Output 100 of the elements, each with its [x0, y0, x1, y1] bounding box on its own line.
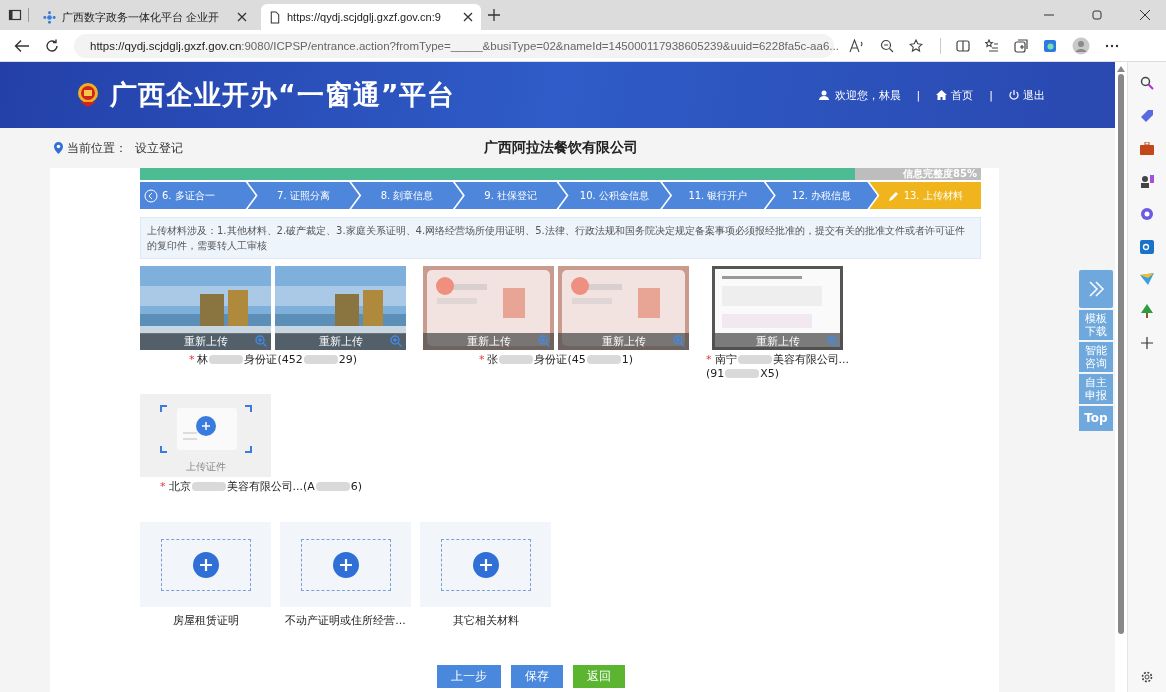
refresh-icon[interactable] — [45, 38, 59, 53]
reupload-button[interactable]: 重新上传 — [140, 333, 271, 350]
globe-icon — [43, 10, 56, 24]
paper-plane-icon[interactable] — [1140, 273, 1154, 285]
reupload-button[interactable]: 重新上传 — [275, 333, 406, 350]
browser-tab[interactable]: https://qydj.scjdglj.gxzf.gov.cn:9 — [261, 4, 481, 30]
tag-icon[interactable] — [1140, 109, 1154, 123]
reupload-button[interactable]: 重新上传 — [712, 333, 843, 350]
emblem-icon — [76, 82, 100, 108]
required-mark: * — [160, 480, 166, 493]
outlook-icon[interactable] — [1140, 240, 1154, 254]
back-circle-icon — [144, 188, 158, 203]
logout-link[interactable]: 退出 — [1009, 87, 1045, 103]
welcome-text: 欢迎您，林晨 — [834, 87, 901, 103]
tab-title: https://qydj.scjdglj.gxzf.gov.cn:9 — [287, 11, 442, 23]
close-icon[interactable] — [463, 12, 473, 22]
settings-icon[interactable] — [1140, 670, 1154, 684]
split-screen-icon[interactable] — [956, 38, 970, 53]
side-menu-button[interactable]: Top — [1079, 406, 1113, 431]
add-icon — [192, 551, 219, 578]
step-tab[interactable]: 13. 上传材料 — [869, 182, 981, 209]
chess-icon[interactable] — [1140, 174, 1154, 188]
location-pin-icon — [54, 142, 63, 154]
caption-text: 南宁 — [714, 352, 737, 367]
caption-text: 张 — [487, 352, 499, 367]
close-icon[interactable] — [1139, 9, 1151, 21]
read-aloud-icon[interactable] — [849, 38, 865, 53]
collections-icon[interactable] — [1014, 38, 1028, 53]
caption-text: 29) — [338, 353, 358, 366]
breadcrumb-label: 当前位置： — [67, 139, 127, 157]
pencil-icon — [887, 189, 900, 202]
favorite-icon[interactable] — [909, 38, 925, 53]
reupload-button[interactable]: 重新上传 — [558, 333, 689, 350]
add-icon[interactable] — [1141, 337, 1153, 349]
page-icon — [269, 10, 281, 24]
caption-text: (91 — [706, 367, 725, 380]
step-tab[interactable]: 8. 刻章信息 — [351, 182, 463, 209]
separator: | — [916, 88, 921, 102]
required-mark: * — [478, 353, 485, 366]
scrollbar-thumb[interactable] — [1118, 74, 1124, 634]
user-icon — [818, 90, 829, 100]
side-menu-button[interactable]: 模板下载 — [1079, 310, 1113, 340]
scroll-up-icon[interactable] — [1117, 66, 1125, 72]
redaction-blur — [737, 355, 772, 364]
required-mark: * — [706, 353, 712, 366]
redaction-blur — [209, 355, 244, 364]
add-material-card[interactable] — [420, 522, 551, 607]
add-material-card[interactable] — [280, 522, 411, 607]
caption-text: 身份证(452 — [244, 352, 303, 367]
new-tab-icon[interactable] — [487, 8, 501, 22]
progress-label: 信息完整度85% — [903, 167, 978, 181]
restore-icon[interactable] — [1091, 9, 1103, 21]
step-tab[interactable]: 12. 办税信息 — [765, 182, 878, 209]
step-tab[interactable]: 9. 社保登记 — [454, 182, 567, 209]
reupload-button[interactable]: 重新上传 — [423, 333, 554, 350]
tab-actions-icon[interactable] — [8, 8, 22, 22]
copilot-icon[interactable] — [1140, 207, 1154, 221]
side-menu-button[interactable]: 智能咨询 — [1079, 342, 1113, 372]
step-tab[interactable]: 11. 银行开户 — [662, 182, 774, 209]
redaction-blur — [725, 369, 760, 378]
tree-icon[interactable] — [1140, 304, 1154, 318]
side-menu-button[interactable]: 自主申报 — [1079, 374, 1113, 404]
required-mark: * — [188, 353, 195, 366]
material-label: 房屋租赁证明 — [172, 613, 239, 628]
caption-text: 美容有限公司... — [772, 352, 849, 367]
notice-text: 上传材料涉及：1.其他材料、2.破产裁定、3.家庭关系证明、4.网络经营场所使用证明、5.法律、行政法规和国务院决定规定备案事项必须报经批准的，提交有关的批准文件或者许可证件的复印件，需要转人工审核 — [140, 217, 981, 259]
redaction-blur — [586, 355, 621, 364]
caption-text: 身份证(45 — [534, 352, 586, 367]
edge-icon[interactable] — [1043, 38, 1057, 53]
caption-text: 北京 — [168, 479, 191, 494]
action-button[interactable]: 上一步 — [436, 665, 501, 688]
profile-icon[interactable] — [1072, 36, 1090, 55]
add-material-card[interactable] — [140, 522, 271, 607]
toolbox-icon[interactable] — [1140, 142, 1154, 155]
upload-card[interactable]: 上传证件 — [140, 394, 271, 477]
redaction-blur — [315, 482, 350, 491]
home-icon — [936, 90, 948, 100]
material-label: 其它相关材料 — [452, 613, 519, 628]
home-link[interactable]: 首页 — [936, 87, 974, 103]
tab-title: 广西数字政务一体化平台 企业开 — [62, 9, 221, 25]
zoom-icon[interactable] — [880, 38, 894, 53]
action-button[interactable]: 返回 — [572, 665, 625, 688]
caption-text: X5) — [760, 367, 780, 380]
material-label: 不动产证明或住所经营... — [285, 613, 406, 628]
step-tab[interactable]: 10. 公积金信息 — [558, 182, 671, 209]
step-tab[interactable]: 7. 证照分离 — [247, 182, 360, 209]
redaction-blur — [191, 482, 226, 491]
step-tab[interactable]: 6. 多证合一 — [140, 182, 256, 209]
search-icon[interactable] — [1140, 76, 1154, 90]
site-title: 广西企业开办“一窗通”平台 — [110, 78, 456, 112]
more-icon[interactable] — [1105, 43, 1119, 48]
separator: | — [989, 88, 993, 102]
action-button[interactable]: 保存 — [510, 665, 563, 688]
add-icon — [472, 551, 499, 578]
close-icon[interactable] — [237, 12, 247, 22]
back-icon[interactable] — [14, 38, 30, 53]
browser-tab[interactable]: 广西数字政务一体化平台 企业开 — [35, 4, 255, 30]
power-icon — [1009, 90, 1019, 100]
favorites-list-icon[interactable] — [985, 38, 999, 53]
caption-text: 美容有限公司...(A — [226, 479, 315, 494]
